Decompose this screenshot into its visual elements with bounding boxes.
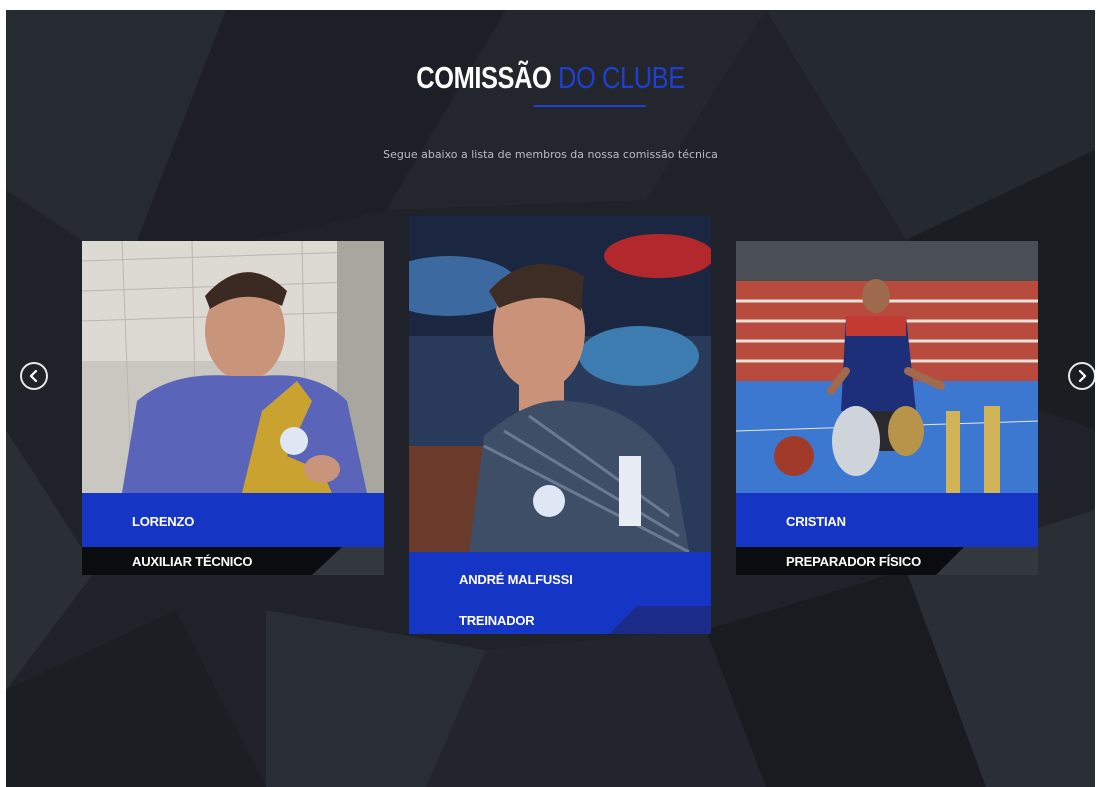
chevron-left-icon (29, 369, 38, 383)
member-name: ANDRÉ MALFUSSI (459, 572, 573, 587)
member-role: PREPARADOR FÍSICO (786, 554, 922, 569)
chevron-right-icon (1078, 369, 1087, 383)
team-staff-section: COMISSÃO DO CLUBE Segue abaixo a lista d… (6, 10, 1095, 787)
member-photo (736, 241, 1038, 493)
title-main: COMISSÃO (416, 60, 552, 95)
role-bar-corner (609, 606, 711, 634)
role-bar-corner (312, 547, 384, 575)
member-role-bar: PREPARADOR FÍSICO (736, 547, 1038, 575)
title-accent: DO CLUBE (558, 60, 685, 95)
member-card-cristian[interactable]: CRISTIAN PREPARADOR FÍSICO (736, 241, 1038, 575)
section-subtitle: Segue abaixo a lista de membros da nossa… (383, 148, 718, 161)
carousel-prev-button[interactable] (20, 362, 48, 390)
member-name: LORENZO (132, 514, 195, 529)
section-title: COMISSÃO DO CLUBE (104, 60, 997, 96)
member-photo (82, 241, 384, 493)
member-role-bar: AUXILIAR TÉCNICO (82, 547, 384, 575)
member-role: AUXILIAR TÉCNICO (132, 554, 253, 569)
carousel-next-button[interactable] (1068, 362, 1095, 390)
member-photo (409, 216, 711, 552)
member-card-lorenzo[interactable]: LORENZO AUXILIAR TÉCNICO (82, 241, 384, 575)
member-name-bar: LORENZO (82, 493, 384, 547)
member-name-bar: CRISTIAN (736, 493, 1038, 547)
member-role: TREINADOR (459, 613, 535, 628)
title-underline (534, 105, 646, 107)
member-name-bar: ANDRÉ MALFUSSI TREINADOR (409, 552, 711, 634)
role-bar-corner (936, 547, 1038, 575)
member-card-andre-malfussi[interactable]: ANDRÉ MALFUSSI TREINADOR (409, 216, 711, 634)
member-name: CRISTIAN (786, 514, 846, 529)
